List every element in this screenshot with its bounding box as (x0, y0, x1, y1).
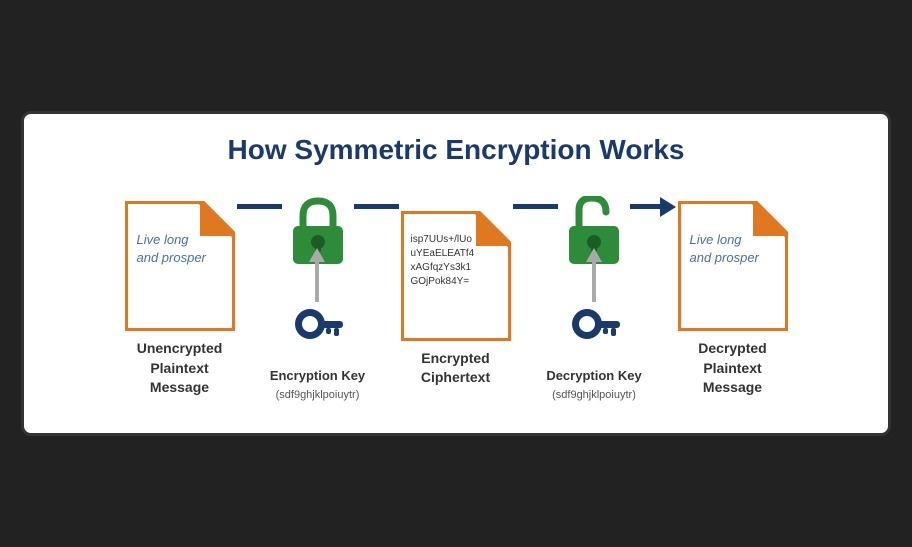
decrypted-doc-text: Live longand prosper (690, 231, 780, 267)
arrow-from-lock1 (354, 204, 399, 209)
ciphertext-doc-text: isp7UUs+/lUouYEaELEATf4xAGfqzYs3k1GOjPok… (411, 233, 505, 289)
ciphertext-label: Encrypted Ciphertext (421, 349, 490, 388)
encrypt-col: Encryption Key (sdf9ghjklpoiuytr) (235, 196, 401, 404)
diagram-container: How Symmetric Encryption Works Live long… (21, 111, 891, 437)
unencrypted-doc-text: Live longand prosper (137, 231, 227, 267)
arrow-up-key1 (309, 248, 325, 302)
encryption-key-icon (290, 302, 345, 367)
decrypted-doc-icon: Live longand prosper (678, 201, 788, 331)
arrow-from-lock2 (630, 197, 676, 217)
flow-area: Live longand prosper Unencrypted Plainte… (54, 196, 858, 404)
unencrypted-doc-block: Live longand prosper Unencrypted Plainte… (125, 201, 235, 398)
arrow-to-lock1 (237, 204, 282, 209)
page-title: How Symmetric Encryption Works (54, 134, 858, 166)
arrow-up-key2 (586, 248, 602, 302)
arrow-to-lock2 (513, 204, 558, 209)
decrypt-col: Decryption Key (sdf9ghjklpoiuytr) (511, 196, 678, 404)
ciphertext-doc-icon: isp7UUs+/lUouYEaELEATf4xAGfqzYs3k1GOjPok… (401, 211, 511, 341)
decrypted-label: Decrypted Plaintext Message (698, 339, 766, 398)
unencrypted-label: Unencrypted Plaintext Message (137, 339, 223, 398)
unencrypted-doc-icon: Live longand prosper (125, 201, 235, 331)
ciphertext-doc-block: isp7UUs+/lUouYEaELEATf4xAGfqzYs3k1GOjPok… (401, 211, 511, 388)
encryption-key-label: Encryption Key (sdf9ghjklpoiuytr) (270, 367, 365, 404)
decryption-key-label: Decryption Key (sdf9ghjklpoiuytr) (546, 367, 641, 404)
decryption-key-icon (567, 302, 622, 367)
decrypted-doc-block: Live longand prosper Decrypted Plaintext… (678, 201, 788, 398)
